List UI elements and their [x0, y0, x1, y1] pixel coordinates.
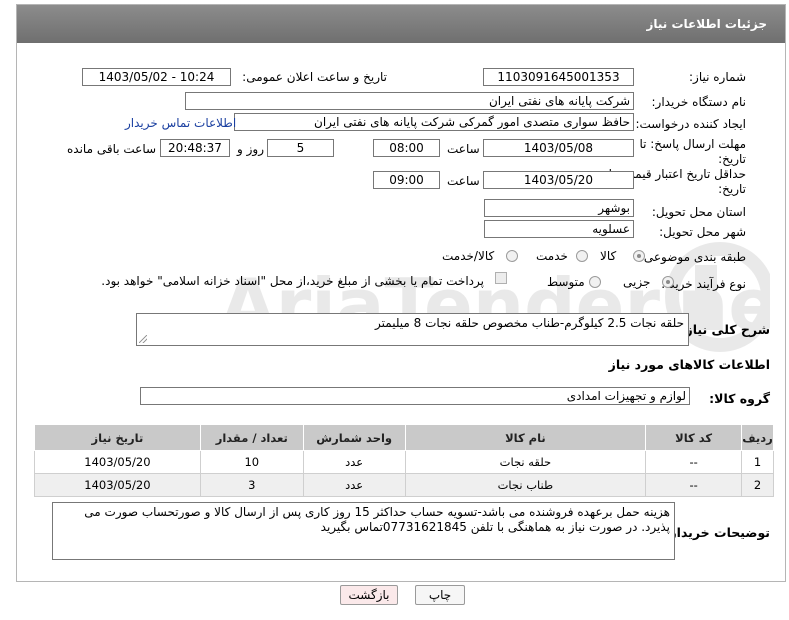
validity-date-field: 1403/05/20 — [483, 171, 634, 189]
announce-field: 1403/05/02 - 10:24 — [82, 68, 231, 86]
days-field: 5 — [267, 139, 334, 157]
days-label: روز و — [237, 142, 264, 156]
need-number-field: 1103091645001353 — [483, 68, 634, 86]
goods-group-label: گروه کالا: — [709, 391, 770, 406]
category-service-label: خدمت — [536, 249, 568, 263]
treasury-payment-note: پرداخت تمام یا بخشی از مبلغ خرید،از محل … — [101, 274, 484, 288]
cell-quantity: 3 — [199, 473, 304, 497]
deadline-date-field: 1403/05/08 — [483, 139, 634, 157]
category-service-radio[interactable] — [576, 250, 588, 262]
need-number-label: شماره نیاز: — [689, 70, 746, 84]
table-header-row: ردیف کد کالا نام کالا واحد شمارش تعداد /… — [34, 424, 774, 451]
goods-section-title: اطلاعات کالاهای مورد نیاز — [608, 357, 770, 372]
province-label: استان محل تحویل: — [651, 205, 746, 219]
deadline-time-field: 08:00 — [373, 139, 440, 157]
creator-label: ایجاد کننده درخواست: — [635, 117, 746, 131]
treasury-payment-checkbox[interactable] — [495, 272, 507, 284]
summary-label: شرح کلی نیاز: — [680, 322, 770, 337]
cell-item-name: حلقه نجات — [404, 450, 647, 474]
validity-time-field: 09:00 — [373, 171, 440, 189]
buyer-field: شرکت پایانه های نفتی ایران — [185, 92, 634, 110]
print-button[interactable]: چاپ — [415, 585, 465, 605]
process-label: نوع فرآیند خرید : — [661, 277, 746, 291]
cell-unit: عدد — [302, 473, 406, 497]
creator-field: حافظ سواری متصدی امور گمرکی شرکت پایانه … — [234, 113, 634, 131]
process-small-radio[interactable] — [662, 276, 674, 288]
cell-row-number: 1 — [741, 450, 774, 474]
buyer-notes-label: توضیحات خریدار: — [664, 525, 770, 540]
process-medium-radio[interactable] — [589, 276, 601, 288]
remaining-label: ساعت باقی مانده — [67, 142, 157, 156]
col-header-quantity: تعداد / مقدار — [199, 424, 304, 451]
deadline-time-label: ساعت — [447, 142, 480, 156]
goods-group-field: لوازم و تجهیزات امدادی — [140, 387, 690, 405]
cell-item-name: طناب نجات — [404, 473, 647, 497]
cell-quantity: 10 — [199, 450, 304, 474]
buyer-notes-text: هزینه حمل برعهده فروشنده می باشد-تسویه ح… — [84, 505, 670, 534]
buyer-label: نام دستگاه خریدار: — [651, 95, 747, 109]
category-label: طبقه بندی موضوعی: — [639, 250, 746, 264]
deadline-label: مهلت ارسال پاسخ: تا تاریخ: — [639, 137, 746, 166]
announce-label: تاریخ و ساعت اعلان عمومی: — [242, 70, 387, 84]
page-title: جزئیات اطلاعات نیاز — [646, 17, 767, 31]
remaining-time-field: 20:48:37 — [160, 139, 230, 157]
process-medium-label: متوسط — [547, 275, 585, 289]
col-header-item-name: نام کالا — [404, 424, 647, 451]
summary-text: حلقه نجات 2.5 کیلوگرم-طناب مخصوص حلقه نج… — [375, 316, 684, 330]
table-row: 1 -- حلقه نجات عدد 10 1403/05/20 — [34, 450, 774, 474]
resize-handle-icon[interactable] — [139, 335, 147, 343]
buyer-contact-link[interactable]: اطلاعات تماس خریدار — [125, 116, 236, 130]
summary-textarea[interactable]: حلقه نجات 2.5 کیلوگرم-طناب مخصوص حلقه نج… — [136, 313, 689, 346]
cell-item-code: -- — [645, 473, 743, 497]
cell-row-number: 2 — [741, 473, 774, 497]
category-goods-label: کالا — [600, 249, 617, 263]
cell-need-date: 1403/05/20 — [34, 450, 201, 474]
cell-item-code: -- — [645, 450, 743, 474]
buyer-notes-textarea[interactable]: هزینه حمل برعهده فروشنده می باشد-تسویه ح… — [52, 502, 675, 560]
goods-table: ردیف کد کالا نام کالا واحد شمارش تعداد /… — [34, 424, 774, 497]
cell-need-date: 1403/05/20 — [34, 473, 201, 497]
validity-time-label: ساعت — [447, 174, 480, 188]
cell-unit: عدد — [302, 450, 406, 474]
col-header-need-date: تاریخ نیاز — [34, 424, 201, 451]
category-both-radio[interactable] — [506, 250, 518, 262]
table-row: 2 -- طناب نجات عدد 3 1403/05/20 — [34, 473, 774, 497]
city-label: شهر محل تحویل: — [659, 225, 746, 239]
process-small-label: جزیی — [623, 275, 651, 289]
category-goods-radio[interactable] — [633, 250, 645, 262]
col-header-row-number: ردیف — [741, 424, 774, 451]
back-button[interactable]: بازگشت — [340, 585, 398, 605]
col-header-unit: واحد شمارش — [302, 424, 406, 451]
col-header-item-code: کد کالا — [645, 424, 743, 451]
city-field: عسلویه — [484, 220, 634, 238]
category-both-label: کالا/خدمت — [442, 249, 495, 263]
province-field: بوشهر — [484, 199, 634, 217]
